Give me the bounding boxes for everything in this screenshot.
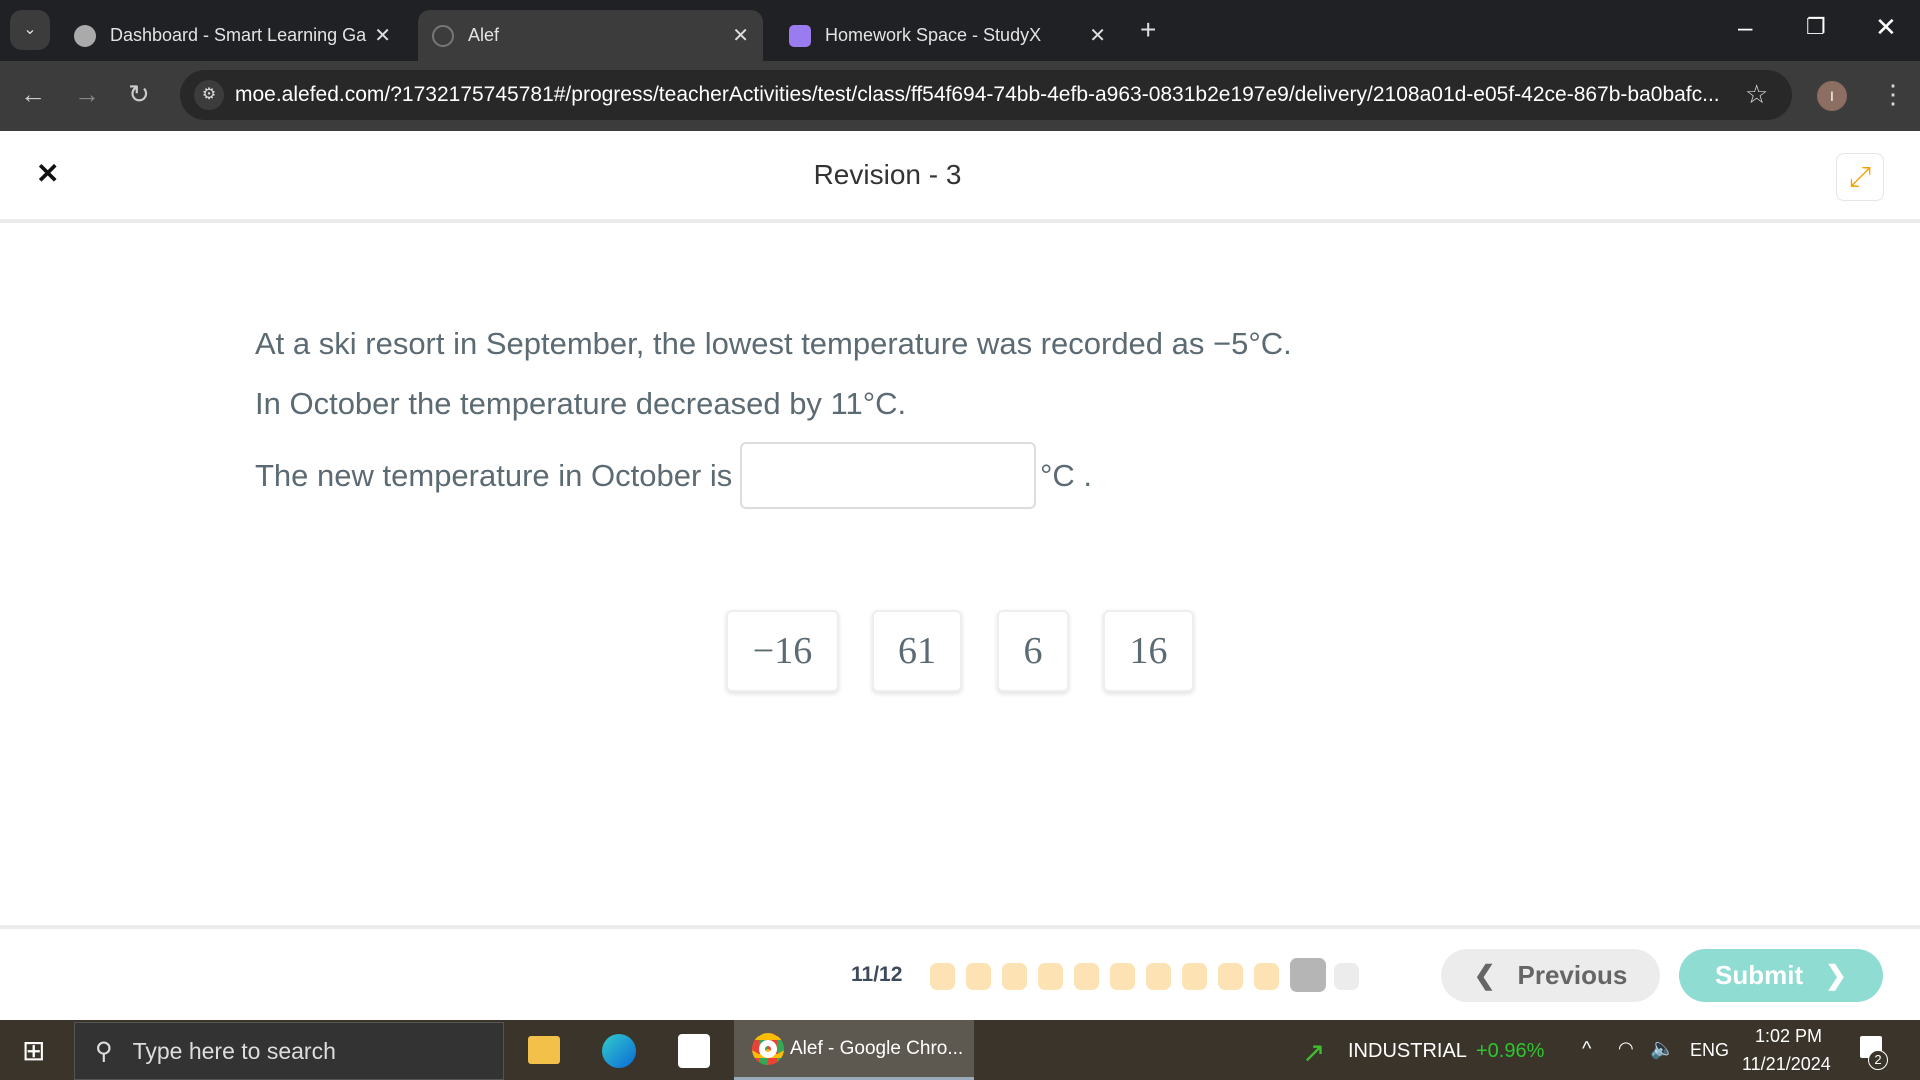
close-tab-icon[interactable]: ✕ [374, 23, 391, 48]
stock-name[interactable]: INDUSTRIAL [1348, 1040, 1467, 1063]
question-line-1: At a ski resort in September, the lowest… [255, 326, 1292, 361]
option-tile[interactable]: 6 [997, 610, 1069, 692]
minimize-button[interactable]: – [1738, 12, 1752, 43]
bookmark-star-icon[interactable]: ☆ [1745, 79, 1768, 110]
forward-icon[interactable]: → [74, 79, 100, 110]
tab-alef[interactable]: Alef ✕ [418, 10, 763, 61]
submit-button[interactable]: Submit ❯ [1679, 949, 1883, 1002]
progress-counter: 11/12 [851, 963, 903, 986]
studyx-icon [789, 24, 811, 47]
menu-icon[interactable]: ⋮ [1880, 79, 1906, 110]
progress-dot[interactable] [1218, 963, 1243, 990]
globe-icon [74, 24, 96, 47]
close-window-button[interactable]: ✕ [1875, 12, 1897, 43]
volume-icon[interactable]: 🔈 [1650, 1036, 1675, 1061]
progress-dot[interactable] [1074, 963, 1099, 990]
windows-start-icon[interactable]: ⊞ [22, 1034, 45, 1067]
back-icon[interactable]: ← [20, 79, 46, 110]
profile-avatar[interactable]: I [1817, 81, 1847, 111]
taskbar-search[interactable]: ⚲ Type here to search [74, 1022, 504, 1080]
url-input[interactable]: ⚙ moe.alefed.com/?1732175745781#/progres… [180, 70, 1792, 120]
clock-date[interactable]: 11/21/2024 [1742, 1054, 1831, 1075]
progress-dot[interactable] [1002, 963, 1027, 990]
progress-dot[interactable] [966, 963, 991, 990]
progress-dot[interactable] [1182, 963, 1207, 990]
tab-bar: ⌄ Dashboard - Smart Learning Ga ✕ Alef ✕ H… [0, 0, 1920, 61]
clock-time[interactable]: 1:02 PM [1755, 1026, 1822, 1047]
question-line-3: The new temperature in October is [255, 458, 733, 493]
answer-drop-zone[interactable] [740, 442, 1036, 509]
alef-icon [432, 24, 454, 47]
activity-header: ✕ Revision - 3 ⤢ [0, 131, 1920, 223]
language-indicator[interactable]: ENG [1690, 1040, 1729, 1061]
chevron-right-icon: ❯ [1825, 960, 1847, 990]
option-tile[interactable]: 16 [1103, 610, 1194, 692]
option-tile[interactable]: −16 [726, 610, 839, 692]
address-bar: ← → ↻ ⚙ moe.alefed.com/?1732175745781#/p… [0, 61, 1920, 131]
wifi-icon[interactable]: ◠ [1618, 1038, 1634, 1059]
restore-button[interactable]: ❐ [1806, 14, 1826, 40]
page-title: Revision - 3 [813, 159, 962, 190]
chevron-left-icon: ❮ [1473, 960, 1496, 990]
question-line-2: In October the temperature decreased by … [255, 386, 907, 421]
new-tab-button[interactable]: + [1140, 14, 1156, 46]
fullscreen-button[interactable]: ⤢ [1836, 153, 1884, 201]
reload-icon[interactable]: ↻ [128, 79, 150, 110]
progress-dot[interactable] [1334, 963, 1359, 990]
search-icon: ⚲ [95, 1037, 113, 1065]
previous-button[interactable]: ❮ Previous [1441, 949, 1660, 1002]
taskbar-chrome[interactable]: Alef - Google Chro... [734, 1020, 974, 1080]
tab-search-button[interactable]: ⌄ [10, 10, 50, 50]
chrome-icon [752, 1032, 784, 1065]
progress-dot[interactable] [1290, 958, 1326, 992]
progress-dot[interactable] [1146, 963, 1171, 990]
chevron-up-icon[interactable]: ^ [1582, 1038, 1591, 1061]
stock-chart-icon: ↗ [1302, 1037, 1326, 1068]
tab-studyx[interactable]: Homework Space - StudyX ✕ [775, 10, 1120, 61]
progress-dot[interactable] [1110, 963, 1135, 990]
option-tile[interactable]: 61 [872, 610, 962, 692]
unit-label: °C . [1040, 458, 1093, 493]
site-info-icon[interactable]: ⚙ [194, 80, 224, 110]
progress-dot[interactable] [930, 963, 955, 990]
notification-count: 2 [1868, 1050, 1888, 1070]
store-icon[interactable] [678, 1034, 710, 1068]
progress-dot[interactable] [1254, 963, 1279, 990]
close-tab-icon[interactable]: ✕ [1089, 23, 1106, 48]
file-explorer-icon[interactable] [528, 1036, 560, 1064]
close-tab-icon[interactable]: ✕ [732, 23, 749, 48]
stock-change: +0.96% [1476, 1040, 1545, 1062]
edge-icon[interactable] [602, 1034, 636, 1068]
taskbar: ⊞ ⚲ Type here to search Alef - Google Chr… [0, 1020, 1920, 1080]
tab-dashboard[interactable]: Dashboard - Smart Learning Ga ✕ [60, 10, 405, 61]
progress-dot[interactable] [1038, 963, 1063, 990]
